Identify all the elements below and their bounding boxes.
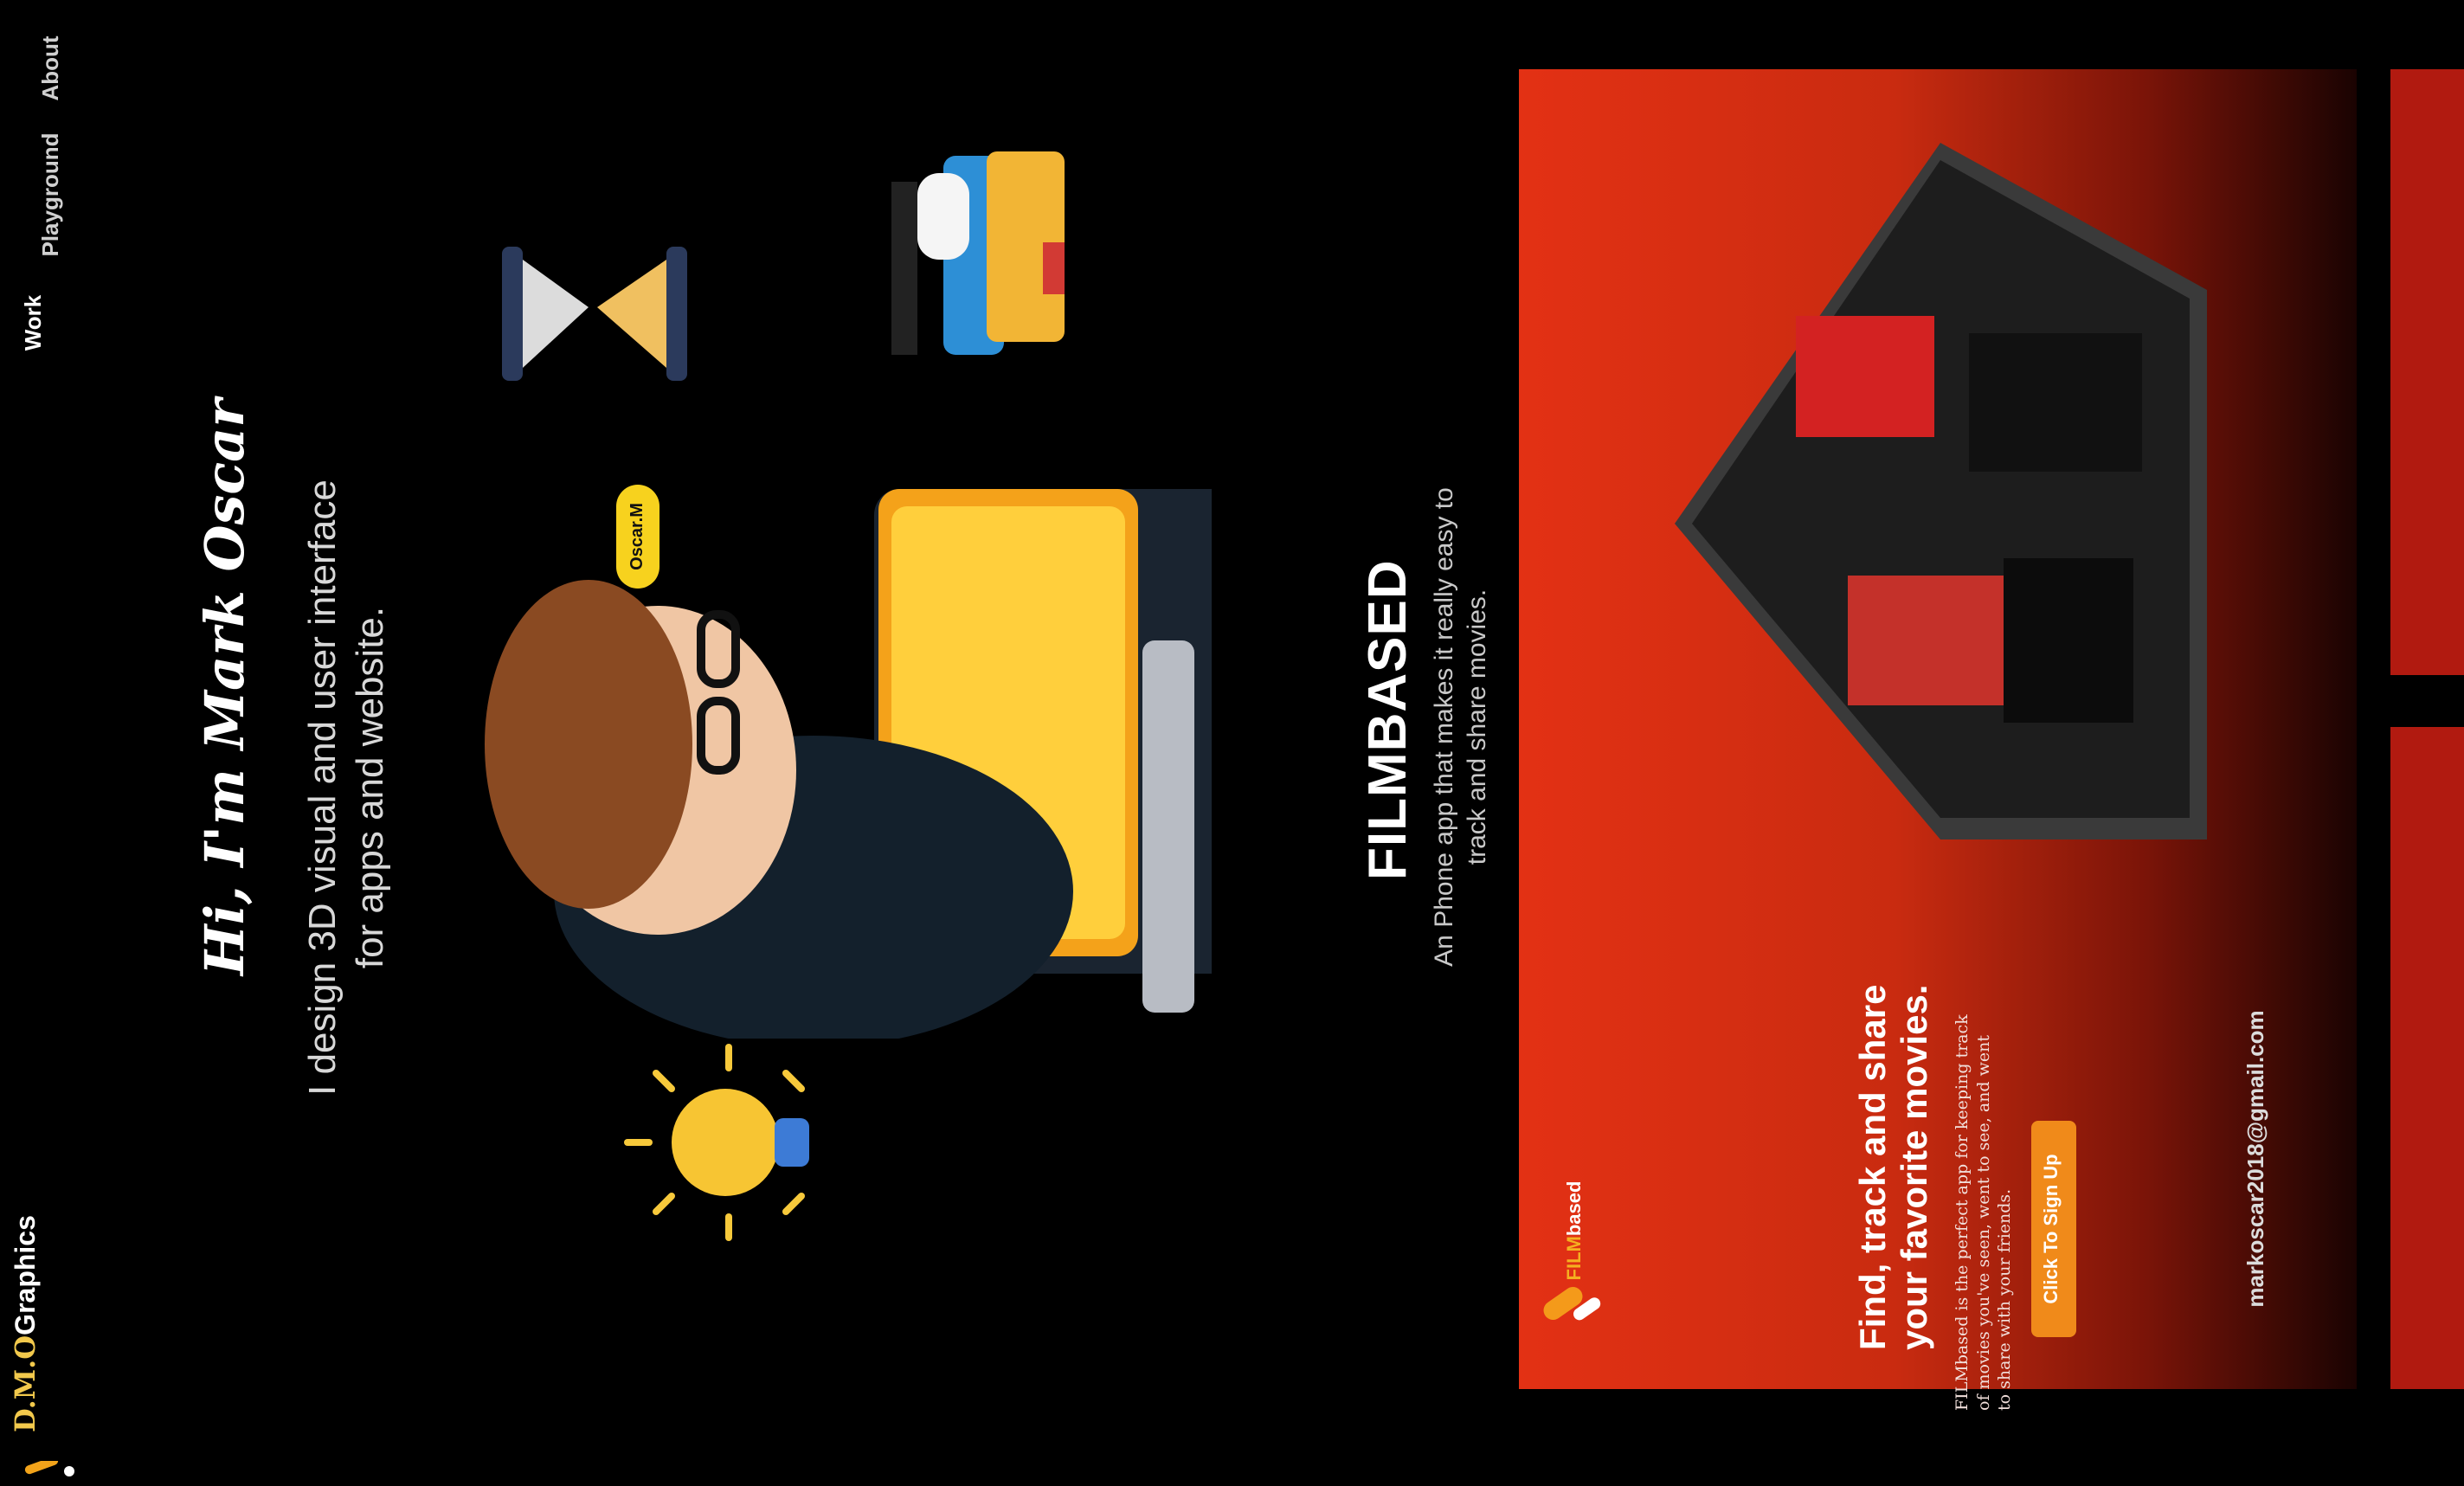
card-brand-part1: FILM bbox=[1563, 1236, 1585, 1281]
card-logo-icon bbox=[1537, 1281, 1606, 1333]
hourglass-icon bbox=[502, 238, 692, 389]
next-project-card-bottom[interactable] bbox=[2390, 727, 2464, 1389]
hero-subtitle-line2: for apps and website. bbox=[349, 606, 391, 969]
card-headline-line2: your favorite movies. bbox=[1894, 984, 1935, 1350]
logo-icon bbox=[24, 1456, 76, 1482]
graduation-icon bbox=[891, 147, 1082, 381]
card-body-line3: to share with your friends. bbox=[1995, 1188, 2015, 1411]
project-description-line1: An Phone app that makes it really easy t… bbox=[1430, 487, 1458, 967]
nav-about[interactable]: About bbox=[37, 25, 67, 112]
project-title: FILMBASED bbox=[1358, 559, 1418, 880]
card-brand-part2: based bbox=[1563, 1180, 1585, 1237]
card-body-line1: FILMbased is the perfect app for keeping… bbox=[1953, 1014, 1972, 1411]
next-project-card-top[interactable] bbox=[2390, 69, 2464, 675]
project-description: An Phone app that makes it really easy t… bbox=[1428, 459, 1497, 995]
logo[interactable]: D.M.OGraphics bbox=[9, 1207, 43, 1432]
card-headline-line1: Find, track and share bbox=[1852, 984, 1893, 1350]
card-brand: FILMbased bbox=[1563, 1179, 1587, 1283]
room-illustration bbox=[1675, 143, 2207, 839]
hero-title: Hi, I'm Mark Oscar bbox=[193, 399, 256, 975]
contact-email[interactable]: markoscar2018@gmail.com bbox=[2242, 1003, 2272, 1315]
speech-bubble-text: Oscar.M bbox=[627, 503, 647, 570]
card-headline: Find, track and share your favorite movi… bbox=[1852, 943, 1939, 1350]
nav-playground[interactable]: Playground bbox=[37, 125, 67, 264]
logo-name: Graphics bbox=[10, 1215, 41, 1335]
logo-mark: D.M.O bbox=[9, 1335, 42, 1432]
hero-subtitle: I design 3D visual and user interface fo… bbox=[299, 407, 402, 1168]
signup-button-label: Click To Sign Up bbox=[2040, 1154, 2062, 1304]
project-description-line2: track and share movies. bbox=[1462, 589, 1491, 865]
nav-work[interactable]: Work bbox=[20, 280, 49, 366]
lightbulb-icon bbox=[623, 1039, 840, 1246]
avatar-illustration bbox=[485, 485, 1696, 1047]
card-body: FILMbased is the perfect app for keeping… bbox=[1952, 1014, 2021, 1411]
card-body-line2: of movies you've seen, went to see, and … bbox=[1973, 1034, 1993, 1411]
hero-subtitle-line1: I design 3D visual and user interface bbox=[301, 479, 344, 1096]
